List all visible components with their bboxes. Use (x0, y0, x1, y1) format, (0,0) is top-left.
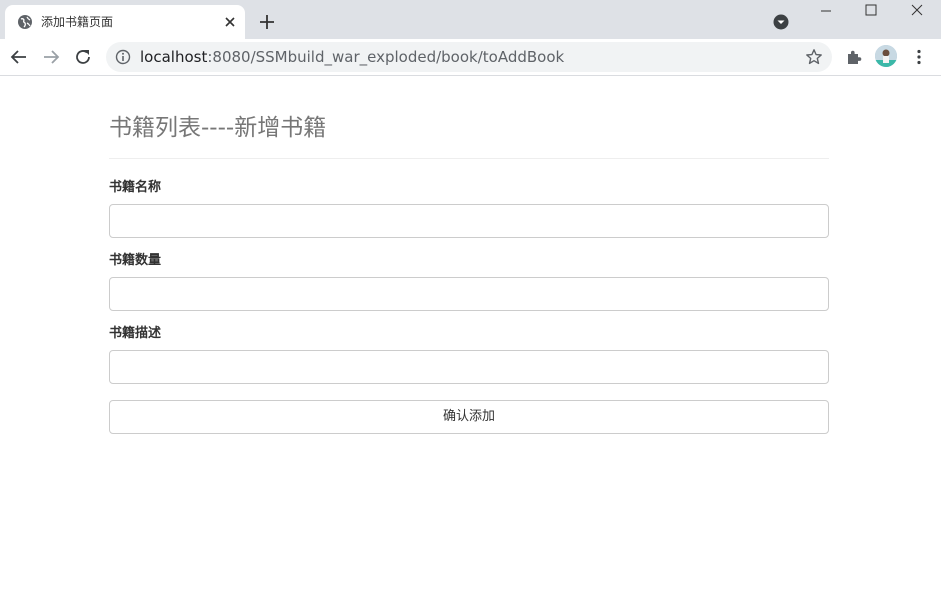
book-count-label: 书籍数量 (109, 253, 162, 268)
tab-close-icon[interactable] (221, 13, 239, 31)
tab-strip: 添加书籍页面 (0, 0, 941, 39)
tab-search-dropdown-icon[interactable] (773, 14, 789, 30)
book-name-label: 书籍名称 (109, 180, 162, 195)
forward-arrow-icon[interactable] (41, 47, 61, 67)
reload-icon[interactable] (73, 47, 93, 67)
bookmark-star-icon[interactable] (805, 48, 823, 66)
confirm-add-button[interactable]: 确认添加 (109, 400, 829, 434)
globe-icon (18, 15, 32, 29)
address-bar[interactable]: localhost:8080/SSMbuild_war_exploded/boo… (106, 42, 832, 72)
page-title: 书籍列表----新增书籍 (109, 115, 327, 141)
book-description-input[interactable] (109, 350, 829, 384)
new-tab-plus-icon[interactable] (257, 12, 277, 32)
url-text[interactable]: localhost:8080/SSMbuild_war_exploded/boo… (140, 48, 564, 66)
site-info-icon[interactable] (115, 49, 131, 65)
browser-toolbar: localhost:8080/SSMbuild_war_exploded/boo… (0, 39, 941, 76)
book-name-input[interactable] (109, 204, 829, 238)
form-group-book-count: 书籍数量 (109, 253, 829, 311)
book-count-input[interactable] (109, 277, 829, 311)
more-menu-icon[interactable] (910, 48, 928, 66)
form-group-book-name: 书籍名称 (109, 180, 829, 238)
back-arrow-icon[interactable] (9, 47, 29, 67)
maximize-icon[interactable] (863, 2, 879, 18)
tab-title: 添加书籍页面 (41, 15, 114, 29)
book-description-label: 书籍描述 (109, 326, 162, 341)
url-path: :8080/SSMbuild_war_exploded/book/toAddBo… (207, 48, 565, 66)
browser-tab[interactable]: 添加书籍页面 (5, 5, 245, 39)
form-group-book-desc: 书籍描述 (109, 326, 829, 384)
page-content: 书籍列表----新增书籍 书籍名称 书籍数量 书籍描述 确认添加 (109, 76, 829, 434)
url-host: localhost (140, 48, 208, 66)
title-divider (109, 158, 829, 159)
window-close-icon[interactable] (909, 2, 925, 18)
minimize-icon[interactable] (818, 2, 834, 18)
extensions-puzzle-icon[interactable] (845, 48, 863, 66)
profile-avatar[interactable] (875, 45, 897, 67)
